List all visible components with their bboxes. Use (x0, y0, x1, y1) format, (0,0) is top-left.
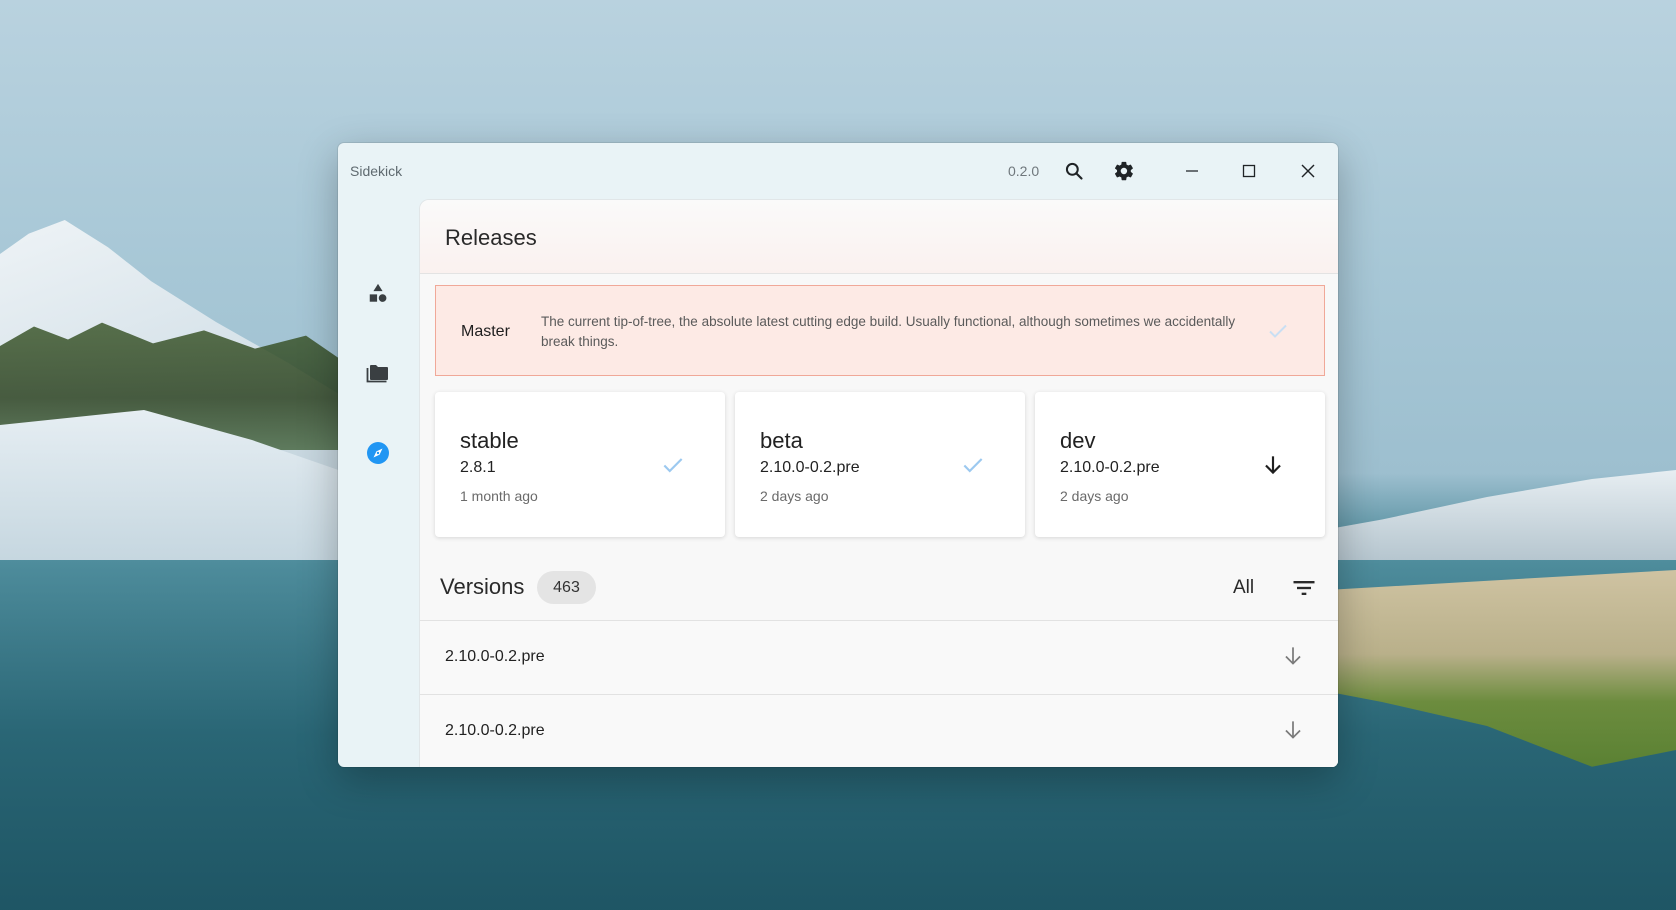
check-icon (1266, 319, 1290, 343)
shapes-icon[interactable] (364, 279, 392, 307)
versions-title: Versions (440, 574, 525, 599)
master-channel-description: The current tip-of-tree, the absolute la… (541, 314, 1236, 349)
version-label: 2.10.0-0.2.pre (445, 722, 545, 739)
check-icon (660, 452, 686, 478)
search-icon[interactable] (1061, 158, 1087, 184)
download-icon[interactable] (1260, 452, 1286, 478)
compass-icon[interactable] (364, 439, 392, 467)
channel-card-dev[interactable]: dev 2.10.0-0.2.pre 2 days ago (1035, 392, 1325, 537)
titlebar[interactable]: Sidekick 0.2.0 (338, 143, 1338, 199)
channel-card-stable[interactable]: stable 2.8.1 1 month ago (435, 392, 725, 537)
folder-icon[interactable] (364, 359, 392, 387)
download-icon[interactable] (1280, 717, 1306, 743)
close-icon[interactable] (1295, 158, 1321, 184)
channel-name: beta (760, 428, 803, 453)
maximize-icon[interactable] (1236, 158, 1262, 184)
minimize-icon[interactable] (1179, 158, 1205, 184)
version-row[interactable]: 2.10.0-0.2.pre (420, 620, 1338, 694)
master-channel-name: Master (461, 323, 510, 340)
app-window: Sidekick 0.2.0 Releases Master The curre… (338, 143, 1338, 767)
channel-card-beta[interactable]: beta 2.10.0-0.2.pre 2 days ago (735, 392, 1025, 537)
app-title: Sidekick (350, 163, 403, 179)
versions-count-badge: 463 (537, 571, 596, 604)
channel-time: 2 days ago (1060, 488, 1129, 504)
filter-label[interactable]: All (1233, 577, 1254, 599)
download-icon[interactable] (1280, 643, 1306, 669)
channel-time: 2 days ago (760, 488, 829, 504)
version-label: 2.10.0-0.2.pre (445, 648, 545, 665)
channel-time: 1 month ago (460, 488, 538, 504)
channel-version: 2.10.0-0.2.pre (1060, 459, 1160, 476)
releases-panel: Releases Master The current tip-of-tree,… (419, 199, 1338, 767)
filter-icon[interactable] (1290, 574, 1318, 602)
master-channel-card[interactable]: Master The current tip-of-tree, the abso… (435, 285, 1325, 376)
channel-version: 2.8.1 (460, 459, 496, 476)
page-title: Releases (445, 225, 537, 250)
channel-name: stable (460, 428, 519, 453)
version-row[interactable]: 2.10.0-0.2.pre (420, 694, 1338, 767)
app-version: 0.2.0 (1008, 163, 1040, 179)
channel-name: dev (1060, 428, 1096, 453)
releases-header: Releases (420, 200, 1338, 274)
sidebar (338, 199, 418, 767)
gear-icon[interactable] (1111, 158, 1137, 184)
check-icon (960, 452, 986, 478)
channel-version: 2.10.0-0.2.pre (760, 459, 860, 476)
